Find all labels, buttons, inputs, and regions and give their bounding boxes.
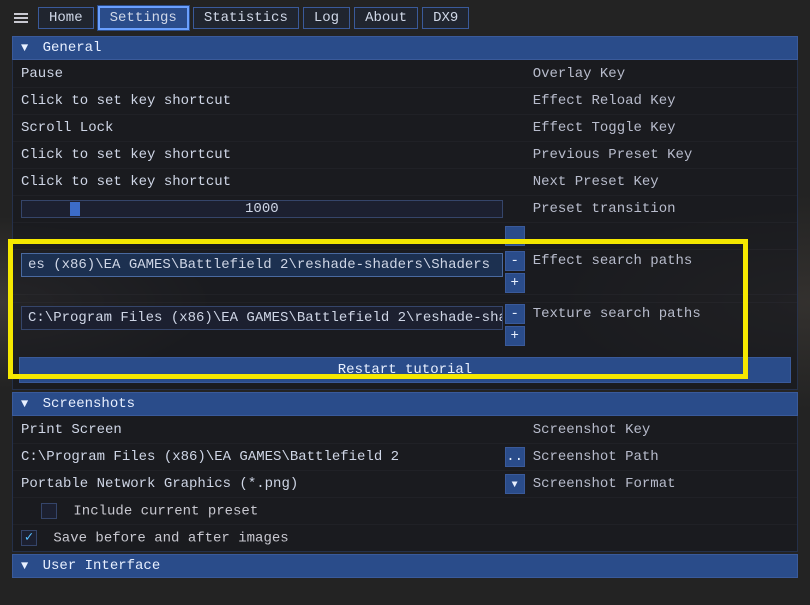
previous-preset-key-input[interactable]: Click to set key shortcut [21, 147, 231, 163]
screenshot-format-select[interactable]: Portable Network Graphics (*.png) [21, 476, 298, 492]
tab-settings[interactable]: Settings [98, 6, 189, 30]
section-user-interface-header[interactable]: ▼ User Interface [12, 554, 798, 578]
screenshot-path-input[interactable]: C:\Program Files (x86)\EA GAMES\Battlefi… [21, 449, 399, 465]
screenshot-path-label: Screenshot Path [527, 446, 791, 468]
tab-dx9[interactable]: DX9 [422, 7, 469, 29]
tab-about[interactable]: About [354, 7, 418, 29]
screenshot-path-browse-button[interactable] [505, 447, 525, 467]
texture-path-add-button[interactable] [505, 326, 525, 346]
section-screenshots-header[interactable]: ▼ Screenshots [12, 392, 798, 416]
save-before-after-checkbox[interactable]: ✓ [21, 530, 37, 546]
tab-log[interactable]: Log [303, 7, 350, 29]
texture-search-path-input[interactable]: C:\Program Files (x86)\EA GAMES\Battlefi… [21, 306, 503, 330]
menu-icon[interactable] [14, 11, 28, 25]
effect-search-path-label: Effect search paths [527, 250, 791, 272]
save-before-after-label: Save before and after images [53, 530, 288, 546]
tab-home[interactable]: Home [38, 7, 94, 29]
section-title: Screenshots [43, 396, 135, 412]
square-button[interactable] [505, 226, 525, 246]
effect-reload-key-label: Effect Reload Key [527, 90, 791, 112]
next-preset-key-label: Next Preset Key [527, 171, 791, 193]
texture-search-path-label: Texture search paths [527, 303, 791, 325]
overlay-key-label: Overlay Key [527, 63, 791, 85]
tab-bar: Home Settings Statistics Log About DX9 [0, 6, 810, 36]
effect-toggle-key-input[interactable]: Scroll Lock [21, 120, 113, 136]
slider-value: 1000 [22, 201, 502, 217]
include-preset-checkbox[interactable] [41, 503, 57, 519]
section-general-header[interactable]: ▼ General [12, 36, 798, 60]
screenshot-format-dropdown-button[interactable] [505, 474, 525, 494]
section-title: User Interface [43, 558, 161, 574]
next-preset-key-input[interactable]: Click to set key shortcut [21, 174, 231, 190]
previous-preset-key-label: Previous Preset Key [527, 144, 791, 166]
slider-thumb[interactable] [70, 202, 80, 216]
effect-search-path-input[interactable]: es (x86)\EA GAMES\Battlefield 2\reshade-… [21, 253, 503, 277]
preset-transition-label: Preset transition [527, 198, 791, 220]
overlay-key-input[interactable]: Pause [21, 66, 63, 82]
effect-toggle-key-label: Effect Toggle Key [527, 117, 791, 139]
texture-path-remove-button[interactable] [505, 304, 525, 324]
include-preset-label: Include current preset [73, 503, 258, 519]
preset-transition-slider[interactable]: 1000 [21, 200, 503, 218]
screenshot-format-label: Screenshot Format [527, 473, 791, 495]
effect-path-add-button[interactable] [505, 273, 525, 293]
section-title: General [43, 40, 102, 56]
collapse-icon: ▼ [21, 41, 28, 55]
effect-path-remove-button[interactable] [505, 251, 525, 271]
screenshot-key-input[interactable]: Print Screen [21, 422, 122, 438]
tab-statistics[interactable]: Statistics [193, 7, 299, 29]
restart-tutorial-button[interactable]: Restart tutorial [19, 357, 791, 383]
collapse-icon: ▼ [21, 559, 28, 573]
effect-reload-key-input[interactable]: Click to set key shortcut [21, 93, 231, 109]
collapse-icon: ▼ [21, 397, 28, 411]
screenshot-key-label: Screenshot Key [527, 419, 791, 441]
